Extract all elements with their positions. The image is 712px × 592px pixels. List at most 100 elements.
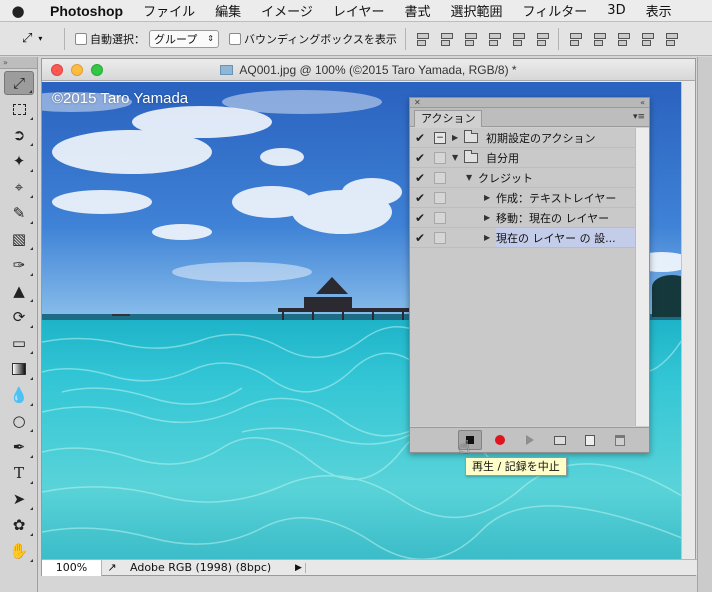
dialog-toggle-icon[interactable] xyxy=(434,171,446,184)
apple-menu-icon[interactable]: ● xyxy=(0,0,36,21)
toggle-check-icon[interactable]: ✔ xyxy=(410,211,430,225)
open-folder-icon xyxy=(464,149,478,163)
action-step-row[interactable]: ✔ ▶ 移動：現在の レイヤー xyxy=(410,208,637,228)
status-menu-arrow-icon[interactable]: ▶ xyxy=(292,562,306,573)
collapse-icon[interactable]: « xyxy=(640,98,645,108)
menu-3d[interactable]: 3D xyxy=(597,3,635,18)
toggle-check-icon[interactable]: ✔ xyxy=(410,231,430,245)
actions-panel-header[interactable]: ✕ « xyxy=(410,98,649,108)
lasso-tool-icon[interactable]: ➲ xyxy=(4,123,34,147)
vertical-scrollbar[interactable] xyxy=(681,82,695,560)
actions-button-bar xyxy=(410,427,649,452)
menu-filter[interactable]: フィルター xyxy=(513,1,598,20)
crop-tool-icon[interactable]: ⌖ xyxy=(4,175,34,199)
menu-image[interactable]: イメージ xyxy=(251,1,323,20)
align-right-icon[interactable] xyxy=(534,31,550,47)
path-selection-tool-icon[interactable]: ➤ xyxy=(4,487,34,511)
menu-view[interactable]: 表示 xyxy=(636,1,682,20)
align-vcenter-icon[interactable] xyxy=(438,31,454,47)
marquee-tool-icon[interactable] xyxy=(4,97,34,121)
menu-file[interactable]: ファイル xyxy=(133,1,205,20)
action-set-row[interactable]: ✔ ▼ 自分用 xyxy=(410,148,637,168)
delete-button[interactable] xyxy=(608,430,632,450)
actions-scrollbar[interactable] xyxy=(635,128,649,426)
share-icon[interactable]: ↗ xyxy=(102,561,122,574)
collapsed-triangle-icon[interactable]: ▶ xyxy=(484,213,496,222)
copyright-watermark: ©2015 Taro Yamada xyxy=(52,90,189,107)
minimize-window-button[interactable] xyxy=(71,64,83,76)
action-set-row[interactable]: ✔ − ▶ 初期設定のアクション xyxy=(410,128,637,148)
close-icon[interactable]: ✕ xyxy=(414,98,421,108)
expanded-triangle-icon[interactable]: ▼ xyxy=(466,173,478,182)
action-step-label: 現在の レイヤー の 設... xyxy=(496,229,616,246)
distribute-bottom-icon[interactable] xyxy=(615,31,631,47)
align-top-icon[interactable] xyxy=(414,31,430,47)
action-step-label: 移動：現在の レイヤー xyxy=(496,211,610,225)
dialog-toggle-icon[interactable] xyxy=(434,211,446,224)
toggle-check-icon[interactable]: ✔ xyxy=(410,131,430,145)
toggle-check-icon[interactable]: ✔ xyxy=(410,191,430,205)
collapsed-triangle-icon[interactable]: ▶ xyxy=(484,233,496,242)
menu-layer[interactable]: レイヤー xyxy=(323,1,395,20)
history-brush-tool-icon[interactable]: ⟳ xyxy=(4,305,34,329)
action-row[interactable]: ✔ ▼ クレジット xyxy=(410,168,637,188)
hand-tool-icon[interactable]: ✋ xyxy=(4,539,34,563)
align-left-icon[interactable] xyxy=(486,31,502,47)
distribute-top-icon[interactable] xyxy=(567,31,583,47)
new-action-button[interactable] xyxy=(578,430,602,450)
dialog-toggle-icon[interactable] xyxy=(434,191,446,204)
zoom-field[interactable]: 100% xyxy=(42,559,102,576)
magic-wand-tool-icon[interactable]: ✦ xyxy=(4,149,34,173)
distribute-left-icon[interactable] xyxy=(639,31,655,47)
right-panel-strip xyxy=(697,57,712,592)
auto-select-dropdown[interactable]: グループ ⇕ xyxy=(149,29,219,48)
panel-menu-icon[interactable]: ▾≡ xyxy=(633,112,645,122)
document-title-bar[interactable]: AQ001.jpg @ 100% (©2015 Taro Yamada, RGB… xyxy=(42,59,695,81)
eraser-tool-icon[interactable]: ▭ xyxy=(4,331,34,355)
gradient-tool-icon[interactable] xyxy=(4,357,34,381)
toggle-check-icon[interactable]: ✔ xyxy=(410,171,430,185)
brush-tool-icon[interactable]: ✑ xyxy=(4,253,34,277)
distribute-hcenter-icon[interactable] xyxy=(663,31,679,47)
bounding-box-checkbox[interactable] xyxy=(229,32,241,45)
tool-preset-picker[interactable]: ⤢ ▾ xyxy=(0,31,60,46)
app-menu[interactable]: Photoshop xyxy=(36,3,133,19)
custom-shape-tool-icon[interactable]: ✿ xyxy=(4,513,34,537)
action-label: クレジット xyxy=(478,171,533,185)
move-tool-icon: ⤢ xyxy=(22,31,33,46)
auto-select-checkbox[interactable] xyxy=(75,32,87,45)
collapsed-triangle-icon[interactable]: ▶ xyxy=(484,193,496,202)
tab-actions[interactable]: アクション xyxy=(414,110,483,127)
type-tool-icon[interactable]: T xyxy=(4,461,34,485)
distribute-vcenter-icon[interactable] xyxy=(591,31,607,47)
play-icon xyxy=(526,435,534,445)
move-tool-icon[interactable]: ⤢ xyxy=(4,71,34,95)
blur-tool-icon[interactable]: 💧 xyxy=(4,383,34,407)
menu-select[interactable]: 選択範囲 xyxy=(441,1,513,20)
tools-panel-header[interactable]: » xyxy=(0,57,37,69)
dialog-toggle-icon[interactable]: − xyxy=(434,131,446,144)
menu-type[interactable]: 書式 xyxy=(395,1,441,20)
dialog-toggle-icon[interactable] xyxy=(434,231,446,244)
play-button[interactable] xyxy=(518,430,542,450)
align-bottom-icon[interactable] xyxy=(462,31,478,47)
new-set-button[interactable] xyxy=(548,430,572,450)
align-hcenter-icon[interactable] xyxy=(510,31,526,47)
menu-edit[interactable]: 編集 xyxy=(205,1,251,20)
dialog-toggle-icon[interactable] xyxy=(434,151,446,164)
expanded-triangle-icon[interactable]: ▼ xyxy=(452,153,464,162)
new-item-icon xyxy=(585,434,595,446)
close-window-button[interactable] xyxy=(51,64,63,76)
toggle-check-icon[interactable]: ✔ xyxy=(410,151,430,165)
zoom-window-button[interactable] xyxy=(91,64,103,76)
healing-brush-tool-icon[interactable]: ▧ xyxy=(4,227,34,251)
collapsed-triangle-icon[interactable]: ▶ xyxy=(452,133,464,142)
clone-stamp-tool-icon[interactable]: ▲ xyxy=(4,279,34,303)
record-button[interactable] xyxy=(488,430,512,450)
action-step-row-selected[interactable]: ✔ ▶ 現在の レイヤー の 設... xyxy=(410,228,637,248)
action-set-label: 初期設定のアクション xyxy=(486,131,596,145)
eyedropper-tool-icon[interactable]: ✎ xyxy=(4,201,34,225)
action-step-row[interactable]: ✔ ▶ 作成：テキストレイヤー xyxy=(410,188,637,208)
dodge-tool-icon[interactable]: ○ xyxy=(4,409,34,433)
pen-tool-icon[interactable]: ✒ xyxy=(4,435,34,459)
